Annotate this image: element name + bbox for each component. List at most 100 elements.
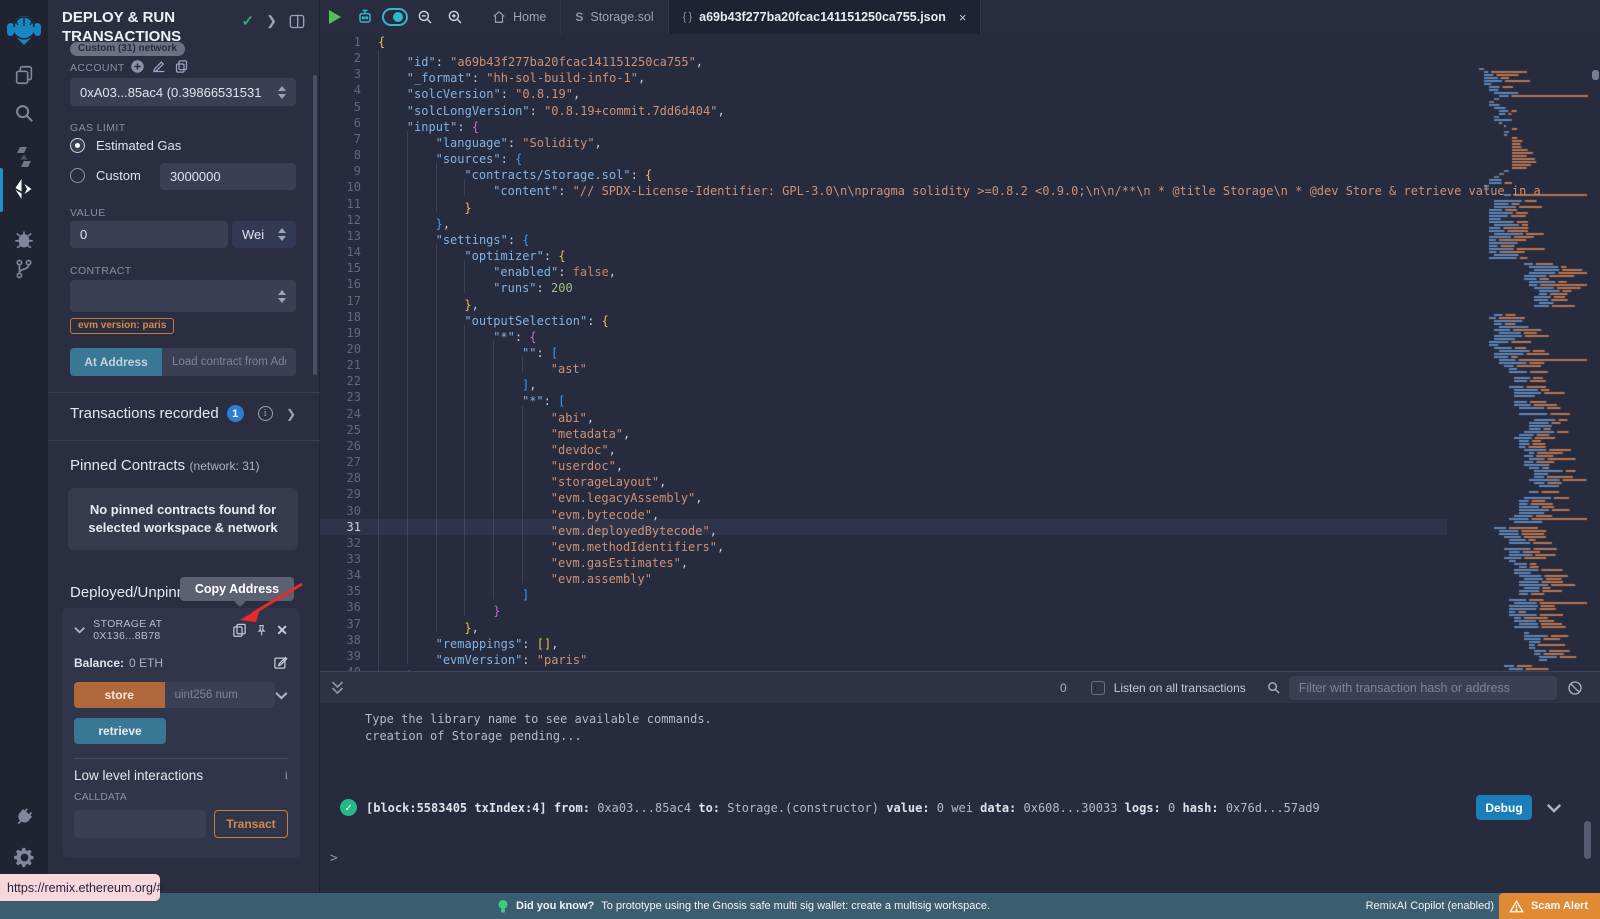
line-number[interactable]: 22: [320, 373, 378, 389]
code-line[interactable]: 19"*": {: [320, 325, 1447, 341]
solidity-compiler-icon[interactable]: [0, 140, 48, 174]
code-line[interactable]: 35]: [320, 583, 1447, 599]
add-account-icon[interactable]: [130, 59, 145, 74]
line-number[interactable]: 1: [320, 34, 378, 50]
file-explorer-icon[interactable]: [0, 58, 48, 92]
line-number[interactable]: 7: [320, 131, 378, 147]
search-icon[interactable]: [0, 96, 48, 130]
calldata-input[interactable]: [74, 810, 206, 838]
value-input[interactable]: 0: [70, 221, 228, 248]
line-number[interactable]: 3: [320, 66, 378, 82]
tab-home[interactable]: Home: [478, 0, 561, 34]
copy-address-icon[interactable]: [232, 622, 247, 638]
line-number[interactable]: 2: [320, 50, 378, 66]
custom-gas-radio[interactable]: [70, 168, 85, 183]
code-line[interactable]: 8"sources": {: [320, 147, 1447, 163]
terminal-prompt[interactable]: >: [330, 851, 338, 866]
code-editor[interactable]: 1{2"id": "a69b43f277ba20fcac141151250ca7…: [320, 34, 1600, 705]
line-number[interactable]: 4: [320, 82, 378, 98]
debug-button[interactable]: Debug: [1476, 795, 1532, 820]
pin-panel-icon[interactable]: [289, 14, 305, 29]
account-select[interactable]: 0xA03...85ac4 (0.39866531531: [70, 78, 296, 106]
store-button[interactable]: store: [74, 682, 165, 708]
code-line[interactable]: 25"metadata",: [320, 422, 1447, 438]
code-line[interactable]: 18"outputSelection": {: [320, 309, 1447, 325]
code-line[interactable]: 4"solcVersion": "0.8.19",: [320, 82, 1447, 98]
code-line[interactable]: 36}: [320, 599, 1447, 615]
edit-balance-icon[interactable]: [273, 655, 288, 670]
line-number[interactable]: 17: [320, 293, 378, 309]
line-number[interactable]: 31: [320, 519, 378, 535]
debugger-icon[interactable]: [0, 222, 48, 256]
contract-select[interactable]: [70, 280, 296, 312]
run-script-icon[interactable]: [320, 0, 350, 34]
line-number[interactable]: 11: [320, 196, 378, 212]
unit-stepper-icon[interactable]: [278, 224, 286, 245]
contract-stepper-icon[interactable]: [278, 286, 286, 307]
at-address-button[interactable]: At Address: [70, 348, 162, 376]
line-number[interactable]: 28: [320, 470, 378, 486]
scam-alert-button[interactable]: Scam Alert: [1499, 893, 1600, 919]
code-line[interactable]: 23"*": [: [320, 389, 1447, 405]
line-number[interactable]: 9: [320, 163, 378, 179]
expand-log-icon[interactable]: [1546, 803, 1562, 813]
expand-terminal-icon[interactable]: [320, 681, 354, 695]
edit-account-icon[interactable]: [152, 59, 167, 74]
code-line[interactable]: 30"evm.bytecode",: [320, 503, 1447, 519]
instance-title[interactable]: STORAGE AT 0X136...8B78: [93, 618, 224, 642]
code-line[interactable]: 9"contracts/Storage.sol": {: [320, 163, 1447, 179]
zoom-in-icon[interactable]: [440, 0, 470, 34]
code-line[interactable]: 31"evm.deployedBytecode",: [320, 519, 1447, 535]
deploy-run-icon[interactable]: [0, 172, 48, 206]
code-line[interactable]: 17},: [320, 293, 1447, 309]
tx-expand-icon[interactable]: ❯: [286, 407, 296, 421]
low-level-info-icon[interactable]: i: [285, 768, 288, 783]
line-number[interactable]: 24: [320, 406, 378, 422]
transaction-log-row[interactable]: ✓ [block:5583405 txIndex:4] from: 0xa03.…: [340, 795, 1580, 820]
at-address-input[interactable]: Load contract from Addr: [162, 348, 296, 376]
line-number[interactable]: 38: [320, 632, 378, 648]
minimap[interactable]: [1475, 68, 1588, 705]
line-number[interactable]: 10: [320, 179, 378, 195]
terminal[interactable]: Type the library name to see available c…: [320, 703, 1600, 893]
line-number[interactable]: 36: [320, 599, 378, 615]
line-number[interactable]: 35: [320, 583, 378, 599]
line-number[interactable]: 34: [320, 567, 378, 583]
line-number[interactable]: 14: [320, 244, 378, 260]
collapse-icon[interactable]: [74, 626, 85, 634]
editor-scrollbar[interactable]: [1592, 70, 1599, 80]
copilot-status[interactable]: RemixAI Copilot (enabled): [1366, 893, 1494, 919]
line-number[interactable]: 8: [320, 147, 378, 163]
panel-scrollbar[interactable]: [313, 75, 317, 375]
code-line[interactable]: 20"": [: [320, 341, 1447, 357]
ai-copilot-icon[interactable]: [350, 0, 380, 34]
code-line[interactable]: 32"evm.methodIdentifiers",: [320, 535, 1447, 551]
code-line[interactable]: 12},: [320, 212, 1447, 228]
code-line[interactable]: 27"userdoc",: [320, 454, 1447, 470]
code-line[interactable]: 7"language": "Solidity",: [320, 131, 1447, 147]
tab-json-file[interactable]: { } a69b43f277ba20fcac141151250ca755.jso…: [669, 0, 982, 34]
line-number[interactable]: 33: [320, 551, 378, 567]
plugin-manager-icon[interactable]: [0, 800, 48, 834]
code-line[interactable]: 39"evmVersion": "paris": [320, 648, 1447, 664]
code-line[interactable]: 28"storageLayout",: [320, 470, 1447, 486]
line-number[interactable]: 15: [320, 260, 378, 276]
code-line[interactable]: 2"id": "a69b43f277ba20fcac141151250ca755…: [320, 50, 1447, 66]
close-tab-icon[interactable]: ×: [959, 10, 967, 25]
value-unit-select[interactable]: Wei: [232, 221, 296, 248]
line-number[interactable]: 29: [320, 486, 378, 502]
code-line[interactable]: 1{: [320, 34, 1447, 50]
line-number[interactable]: 12: [320, 212, 378, 228]
code-line[interactable]: 22],: [320, 373, 1447, 389]
line-number[interactable]: 37: [320, 616, 378, 632]
line-number[interactable]: 25: [320, 422, 378, 438]
pin-instance-icon[interactable]: [255, 623, 268, 638]
clear-console-icon[interactable]: [1567, 680, 1583, 696]
code-line[interactable]: 15"enabled": false,: [320, 260, 1447, 276]
line-number[interactable]: 13: [320, 228, 378, 244]
code-line[interactable]: 38"remappings": [],: [320, 632, 1447, 648]
custom-gas-input[interactable]: 3000000: [160, 163, 296, 190]
estimated-gas-radio[interactable]: [70, 138, 85, 153]
code-line[interactable]: 16"runs": 200: [320, 276, 1447, 292]
code-line[interactable]: 33"evm.gasEstimates",: [320, 551, 1447, 567]
